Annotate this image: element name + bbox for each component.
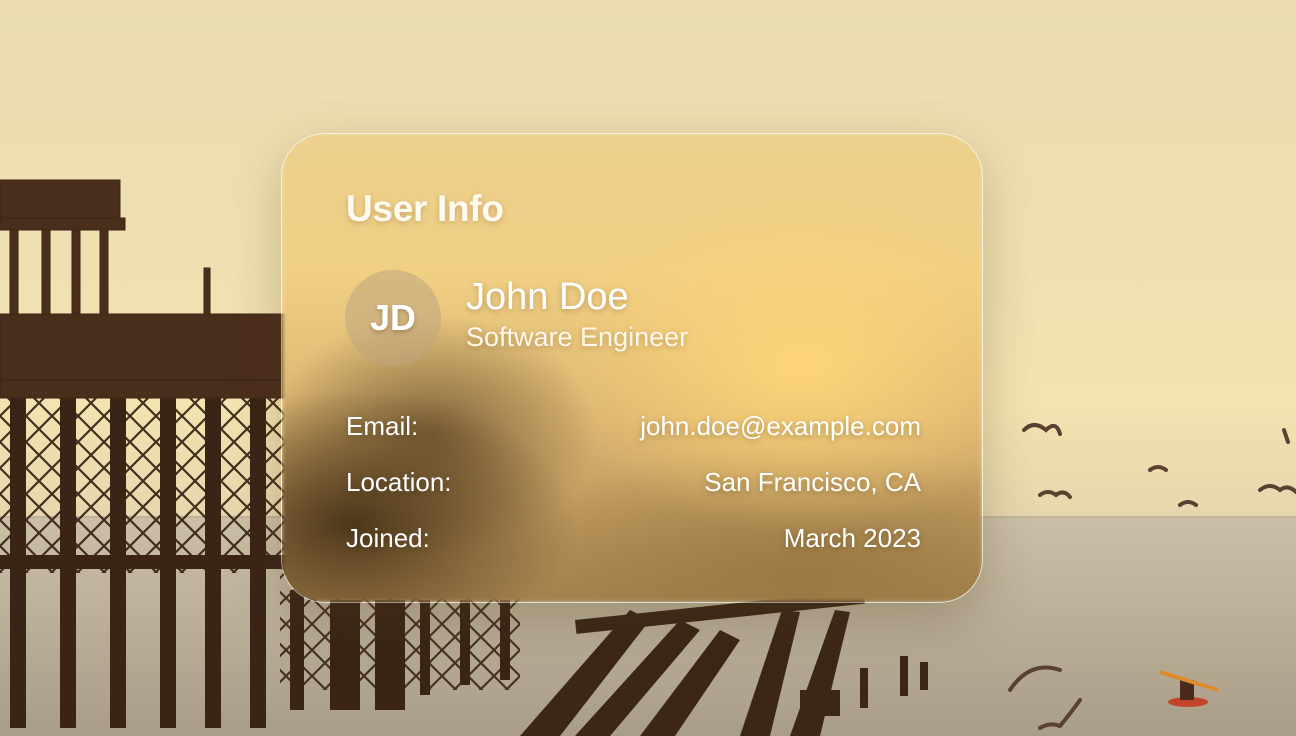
user-role: Software Engineer bbox=[466, 322, 689, 352]
user-name: John Doe bbox=[466, 276, 629, 318]
joined-value: March 2023 bbox=[783, 522, 921, 553]
avatar-initials: JD bbox=[369, 297, 417, 338]
email-label: Email: bbox=[346, 410, 419, 441]
user-info-card: User Info JD John Doe Software Engineer … bbox=[281, 133, 983, 603]
email-value: john.doe@example.com bbox=[640, 410, 921, 441]
location-label: Location: bbox=[346, 466, 452, 497]
joined-label: Joined: bbox=[346, 522, 430, 553]
location-value: San Francisco, CA bbox=[704, 466, 921, 497]
avatar: JD bbox=[345, 270, 441, 366]
info-row-joined: Joined: March 2023 bbox=[346, 521, 921, 555]
card-title: User Info bbox=[346, 188, 504, 229]
background-scene: User Info JD John Doe Software Engineer … bbox=[0, 0, 1296, 736]
info-row-email: Email: john.doe@example.com bbox=[346, 409, 921, 443]
info-row-location: Location: San Francisco, CA bbox=[346, 465, 921, 499]
